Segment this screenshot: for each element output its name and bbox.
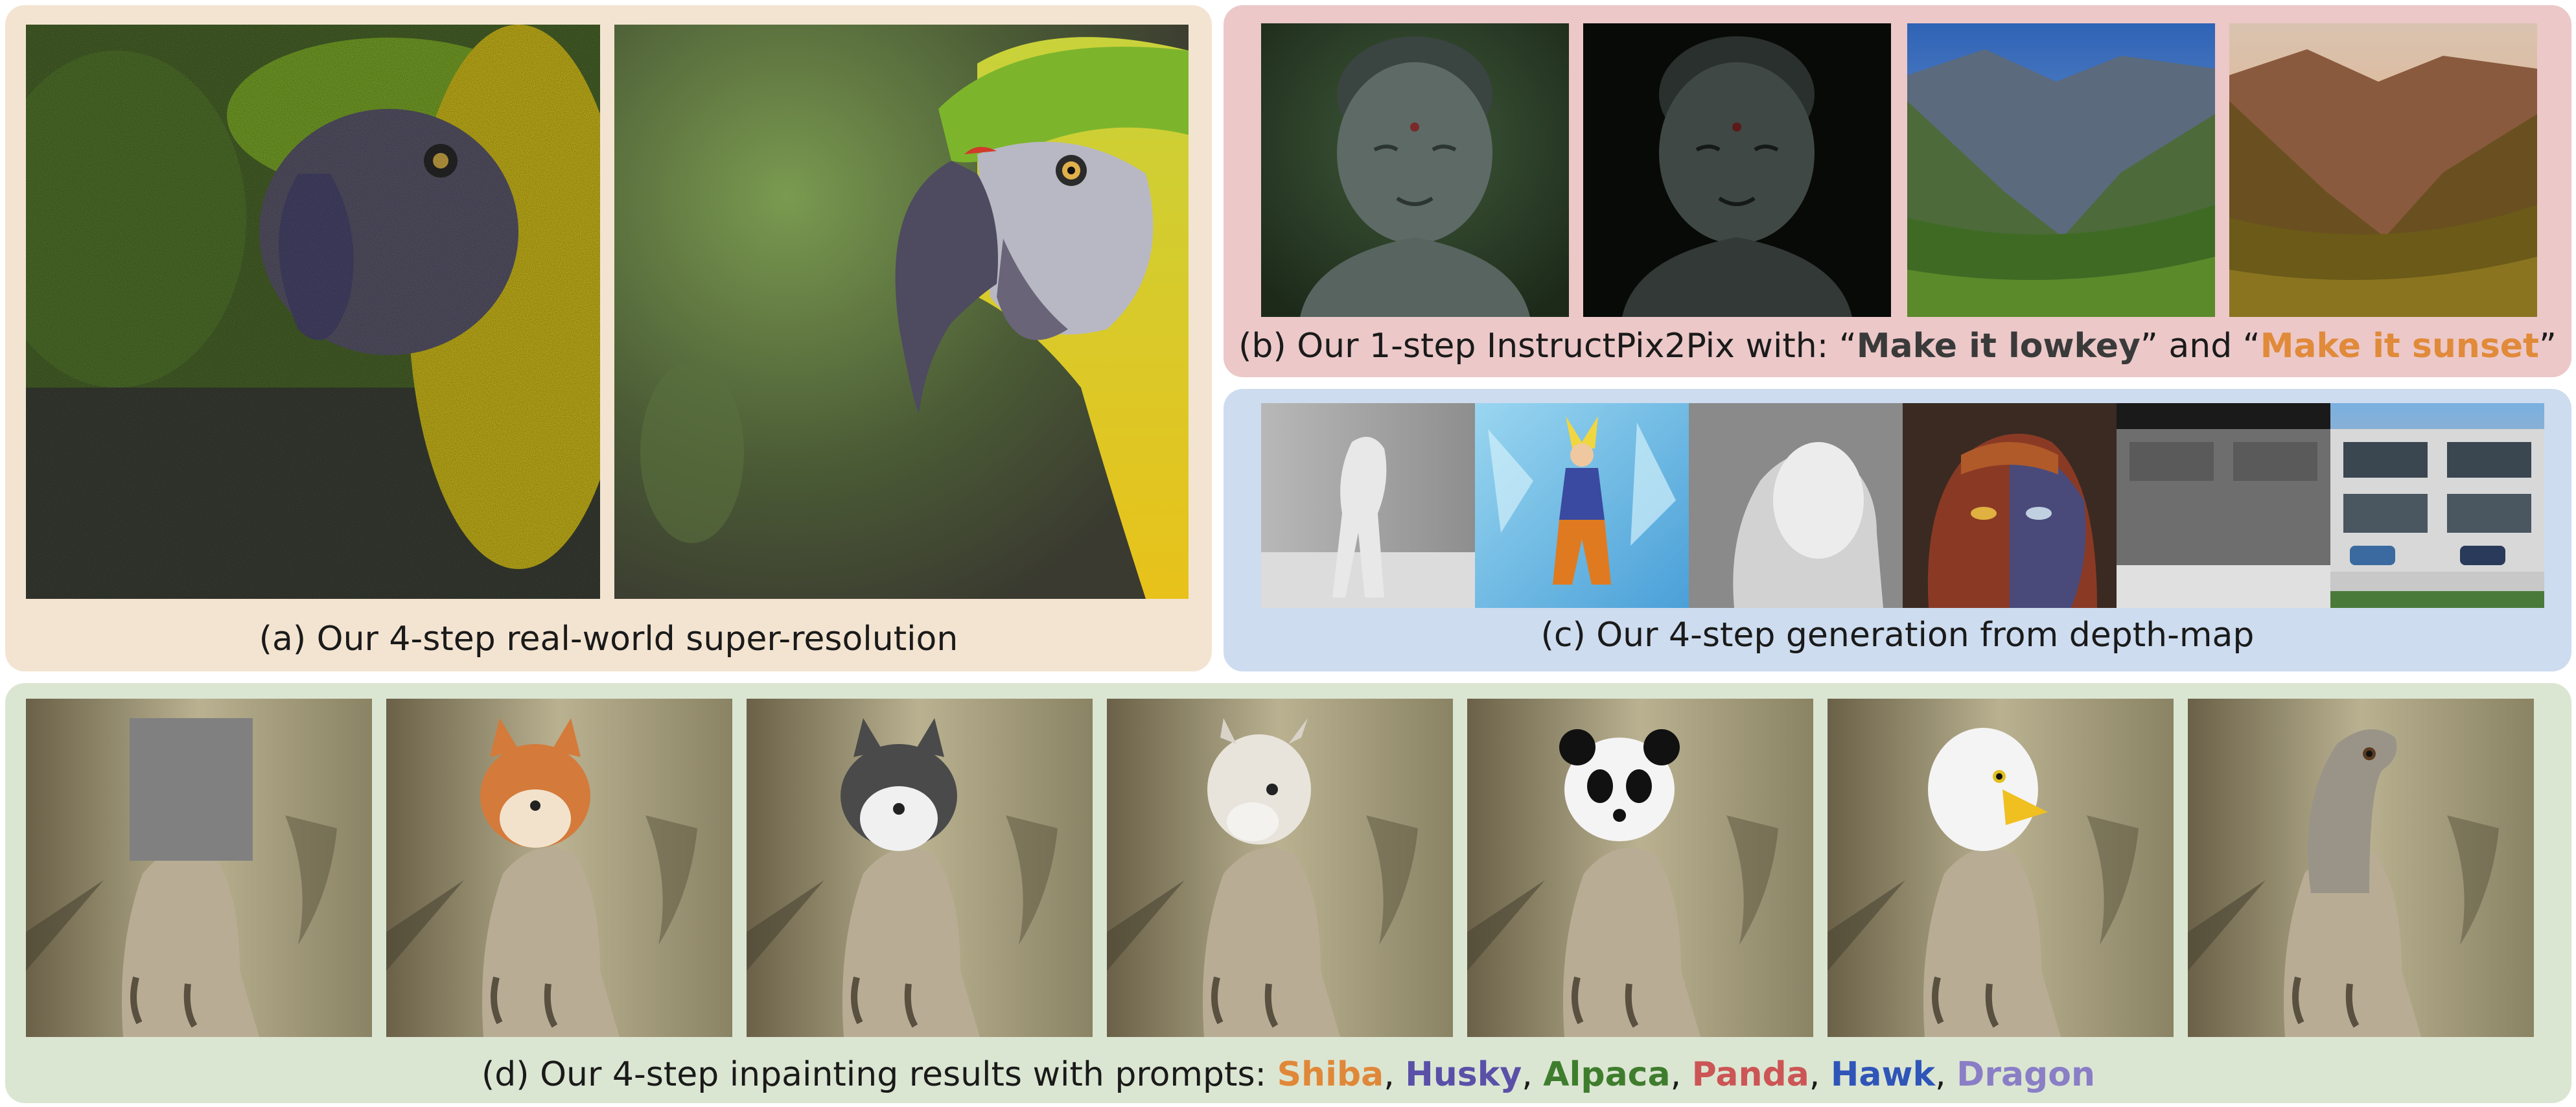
quote-close-1: ” — [2140, 327, 2158, 366]
parrot-low-resolution-image — [26, 25, 600, 599]
prompt-hawk: Hawk — [1830, 1055, 1936, 1094]
prompt-alpaca: Alpaca — [1543, 1055, 1671, 1094]
inpainting-image-alpaca — [1107, 699, 1453, 1037]
mountain-valley-original-image — [1907, 23, 2215, 317]
panel-b-caption: (b) Our 1-step InstructPix2Pix with: “Ma… — [1224, 327, 2571, 366]
armored-face-image — [1903, 403, 2117, 608]
panel-a-caption: (a) Our 4-step real-world super-resoluti… — [259, 620, 958, 658]
prompt-lowkey: Make it lowkey — [1856, 327, 2141, 366]
inpainting-image-dragon — [2188, 699, 2534, 1037]
prompt-separator: , — [1670, 1055, 1692, 1094]
joiner-and: and — [2157, 327, 2243, 366]
quote-open-1: “ — [1839, 327, 1857, 366]
inpainting-image-shiba — [386, 699, 732, 1037]
panel-b-instructpix2pix: (b) Our 1-step InstructPix2Pix with: “Ma… — [1224, 5, 2571, 377]
panel-c-caption: (c) Our 4-step generation from depth-map — [1540, 616, 2255, 655]
prompt-shiba: Shiba — [1277, 1055, 1384, 1094]
prompt-dragon: Dragon — [1956, 1055, 2096, 1094]
panel-a-super-resolution: (a) Our 4-step real-world super-resoluti… — [5, 5, 1212, 671]
quote-close-2: ” — [2538, 327, 2557, 366]
prompt-separator: , — [1809, 1055, 1831, 1094]
inpainting-image-hawk — [1828, 699, 2174, 1037]
panel-b-caption-prefix: (b) Our 1-step InstructPix2Pix with: — [1238, 327, 1839, 366]
buddha-lowkey-image — [1583, 23, 1891, 317]
prompt-separator: , — [1384, 1055, 1406, 1094]
prompt-sunset: Make it sunset — [2260, 327, 2539, 366]
inpainting-image-panda — [1467, 699, 1813, 1037]
panel-c-depth-map: (c) Our 4-step generation from depth-map — [1224, 389, 2571, 671]
panel-d-caption: (d) Our 4-step inpainting results with p… — [5, 1055, 2571, 1094]
prompt-list: Shiba, Husky, Alpaca, Panda, Hawk, Drago… — [1277, 1055, 2095, 1094]
anime-warrior-image — [1475, 403, 1689, 608]
mountain-valley-sunset-image — [2229, 23, 2537, 317]
prompt-panda: Panda — [1691, 1055, 1809, 1094]
panel-d-caption-prefix: (d) Our 4-step inpainting results with p… — [481, 1055, 1277, 1094]
inpainting-image-husky — [747, 699, 1093, 1037]
parrot-high-resolution-image — [614, 25, 1189, 599]
depth-map-building — [2117, 403, 2330, 608]
depth-map-figure — [1261, 403, 1475, 608]
buddha-original-image — [1261, 23, 1569, 317]
inpainting-image-masked-input — [26, 699, 372, 1037]
prompt-separator: , — [1522, 1055, 1544, 1094]
quote-open-2: “ — [2242, 327, 2260, 366]
prompt-separator: , — [1935, 1055, 1957, 1094]
depth-map-face — [1689, 403, 1903, 608]
panel-d-inpainting: (d) Our 4-step inpainting results with p… — [5, 683, 2571, 1103]
prompt-husky: Husky — [1405, 1055, 1522, 1094]
modern-building-image — [2330, 403, 2544, 608]
